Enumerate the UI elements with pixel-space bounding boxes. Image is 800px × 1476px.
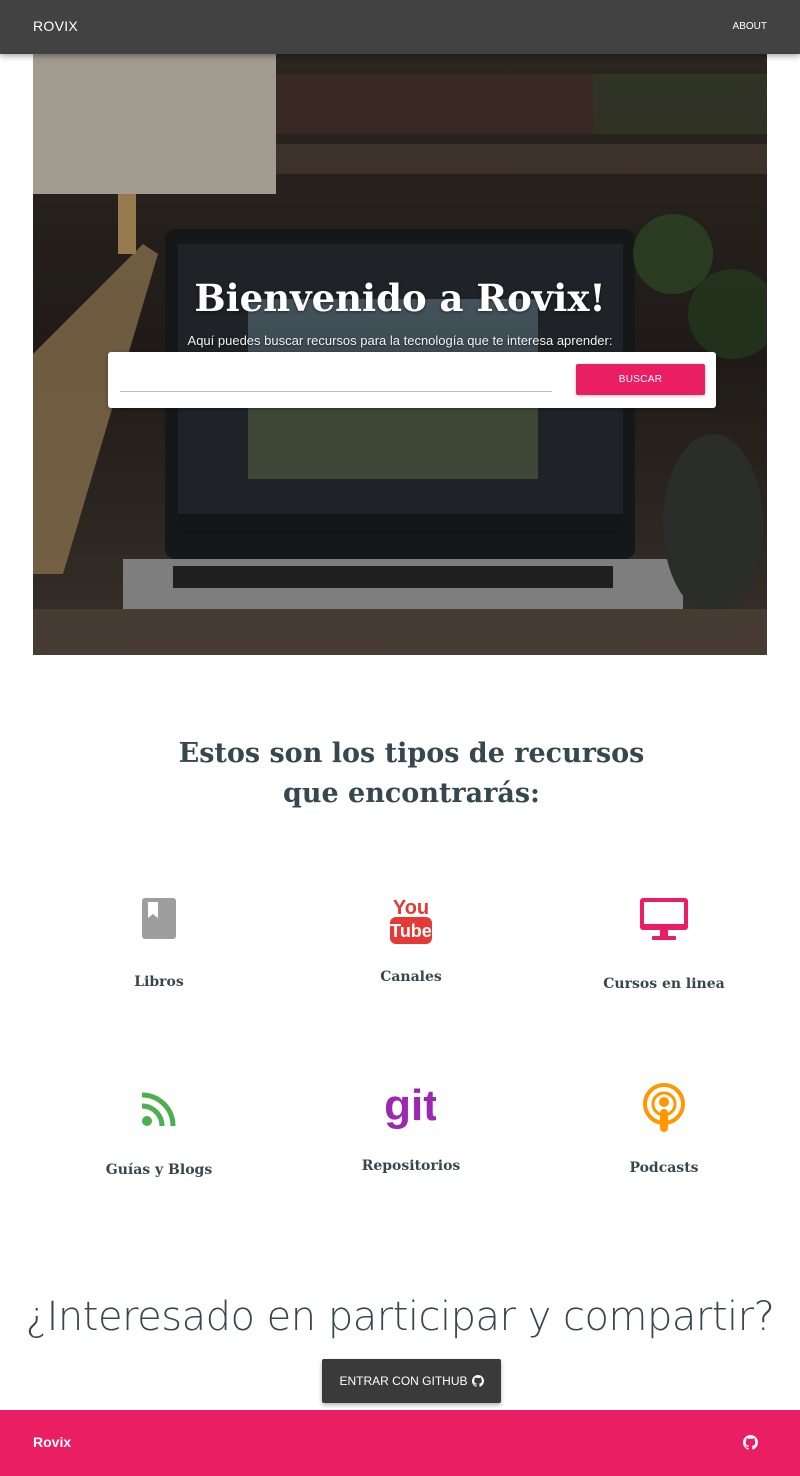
resource-type-repos: git Repositorios bbox=[281, 1080, 541, 1174]
rss-icon bbox=[142, 1092, 176, 1126]
svg-text:Tube: Tube bbox=[390, 921, 432, 941]
search-card: BUSCAR bbox=[108, 352, 716, 408]
github-icon bbox=[471, 1375, 484, 1387]
resource-type-label: Podcasts bbox=[629, 1160, 699, 1176]
cta-title: ¿Interesado en participar y compartir? bbox=[25, 1294, 775, 1340]
resource-type-label: Guías y Blogs bbox=[105, 1162, 213, 1178]
github-login-label: ENTRAR CON GITHUB bbox=[339, 1374, 468, 1388]
resource-type-label: Repositorios bbox=[361, 1158, 461, 1174]
resource-type-books: Libros bbox=[29, 896, 289, 990]
resource-type-channels: You Tube Canales bbox=[281, 895, 541, 985]
github-login-button[interactable]: ENTRAR CON GITHUB bbox=[322, 1359, 501, 1403]
search-button[interactable]: BUSCAR bbox=[576, 364, 705, 395]
footer-brand: Rovix bbox=[33, 1434, 72, 1450]
svg-text:git: git bbox=[386, 1081, 436, 1130]
resource-type-label: Canales bbox=[380, 969, 442, 985]
hero-banner: Bienvenido a Rovix! Aquí puedes buscar r… bbox=[33, 54, 767, 655]
desktop-icon bbox=[640, 898, 688, 940]
resource-type-label: Cursos en linea bbox=[603, 976, 725, 992]
resource-types-title: Estos son los tipos de recursos que enco… bbox=[178, 738, 645, 809]
navbar: ROVIX ABOUT bbox=[0, 0, 800, 54]
youtube-icon: You Tube bbox=[390, 897, 432, 944]
resource-type-courses: Cursos en linea bbox=[534, 898, 794, 992]
resource-type-blogs: Guías y Blogs bbox=[29, 1092, 289, 1178]
git-icon: git bbox=[386, 1081, 436, 1130]
hero-title: Bienvenido a Rovix! bbox=[194, 276, 606, 320]
nav-about-link[interactable]: ABOUT bbox=[733, 21, 767, 32]
footer: Rovix bbox=[0, 1410, 800, 1476]
hero-subtitle: Aquí puedes buscar recursos para la tecn… bbox=[187, 333, 613, 348]
book-icon bbox=[142, 898, 176, 939]
podcast-icon bbox=[643, 1083, 685, 1132]
search-input[interactable] bbox=[120, 364, 552, 392]
svg-text:You: You bbox=[393, 897, 429, 919]
resource-type-label: Libros bbox=[134, 974, 184, 990]
github-icon[interactable] bbox=[743, 1435, 758, 1450]
resource-type-podcasts: Podcasts bbox=[534, 1082, 794, 1176]
brand-logo[interactable]: ROVIX bbox=[33, 18, 78, 34]
